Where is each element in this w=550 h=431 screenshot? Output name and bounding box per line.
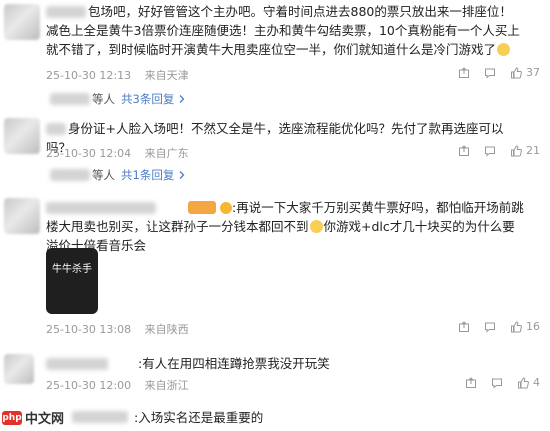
comment-text-content: 包场吧，好好管管这个主办吧。守着时间点进去880的票只放出来一排座位！减色上全是…: [46, 4, 520, 57]
verified-icon: [220, 202, 232, 214]
emoji-icon: [497, 43, 511, 56]
share-button[interactable]: [458, 320, 470, 333]
comment-text: :再说一下大家千万别买黄牛票好吗，都怕临开场前跳楼大甩卖也别买，让这群孙子一分钱…: [46, 198, 524, 255]
comment-icon: [485, 146, 495, 157]
comment-icon: [485, 322, 495, 333]
comment-image-label: 牛牛杀手: [52, 264, 92, 275]
reply-usernames-blurred: [50, 93, 90, 105]
comment-icon: [485, 68, 495, 79]
comment-location: 来自陕西: [144, 323, 189, 336]
thumbs-up-icon: [511, 144, 522, 156]
comment-text: :有人在用四相连蹲抢票我没开玩笑: [138, 356, 330, 371]
share-button[interactable]: [465, 376, 477, 389]
comment-button[interactable]: [484, 321, 496, 333]
like-count: 4: [533, 376, 540, 389]
comment-meta: 25-10-30 13:08 来自陕西: [46, 321, 199, 337]
comment-image[interactable]: 牛牛杀手: [46, 248, 98, 314]
site-watermark: php 中文网: [2, 408, 64, 427]
thumbs-up-icon: [518, 376, 529, 388]
like-button[interactable]: 16: [510, 320, 540, 333]
comment-actions: 21: [458, 144, 540, 157]
avatar[interactable]: [4, 4, 40, 40]
like-count: 16: [526, 320, 540, 333]
comment-meta: 25-10-30 12:04 来自广东: [46, 145, 199, 161]
comment-meta: 25-10-30 12:00 来自浙江: [46, 377, 199, 393]
comment-actions: 16: [458, 320, 540, 333]
share-icon: [466, 376, 476, 388]
reply-names: 等人: [92, 92, 115, 106]
comment-date: 25-10-30 12:04: [46, 147, 132, 160]
like-count: 37: [526, 66, 540, 79]
like-button[interactable]: 4: [517, 376, 540, 389]
share-icon: [459, 144, 469, 156]
comment-actions: 4: [465, 376, 540, 389]
chevron-right-icon: [179, 171, 185, 179]
php-logo-icon: php: [2, 410, 22, 425]
watermark-text: 中文网: [25, 412, 65, 427]
comment-icon: [492, 378, 502, 389]
comment-date: 25-10-30 12:00: [46, 379, 132, 392]
reply-summary[interactable]: 等人 共1条回复: [46, 164, 188, 186]
comment-date: 25-10-30 12:13: [46, 69, 132, 82]
comment-text: 包场吧，好好管管这个主办吧。守着时间点进去880的票只放出来一排座位！减色上全是…: [46, 2, 524, 59]
comment-location: 来自浙江: [144, 379, 189, 392]
comment-button[interactable]: [484, 67, 496, 79]
avatar[interactable]: [4, 198, 40, 234]
comment-location: 来自广东: [144, 147, 189, 160]
reply-usernames-blurred: [50, 169, 90, 181]
level-badge: [188, 201, 216, 214]
share-icon: [459, 66, 469, 78]
reply-summary[interactable]: 等人 共3条回复: [46, 88, 188, 110]
like-button[interactable]: 21: [510, 144, 540, 157]
comment-actions: 37: [458, 66, 540, 79]
reply-names: 等人: [92, 168, 115, 182]
share-button[interactable]: [458, 144, 470, 157]
avatar[interactable]: [4, 118, 40, 154]
like-count: 21: [526, 144, 540, 157]
comment-location: 来自天津: [144, 69, 189, 82]
like-button[interactable]: 37: [510, 66, 540, 79]
chevron-right-icon: [179, 95, 185, 103]
thumbs-up-icon: [511, 66, 522, 78]
comment-button[interactable]: [484, 145, 496, 157]
comment-meta: 25-10-30 12:13 来自天津: [46, 67, 199, 83]
reply-count-link[interactable]: 共1条回复: [121, 167, 174, 183]
comment-date: 25-10-30 13:08: [46, 323, 132, 336]
share-button[interactable]: [458, 66, 470, 79]
avatar[interactable]: [4, 354, 34, 384]
reply-count-link[interactable]: 共3条回复: [121, 91, 174, 107]
comment-button[interactable]: [491, 377, 503, 389]
emoji-icon: [309, 220, 323, 233]
comment-text: :入场实名还是最重要的: [134, 410, 264, 425]
thumbs-up-icon: [511, 320, 522, 332]
share-icon: [459, 320, 469, 332]
